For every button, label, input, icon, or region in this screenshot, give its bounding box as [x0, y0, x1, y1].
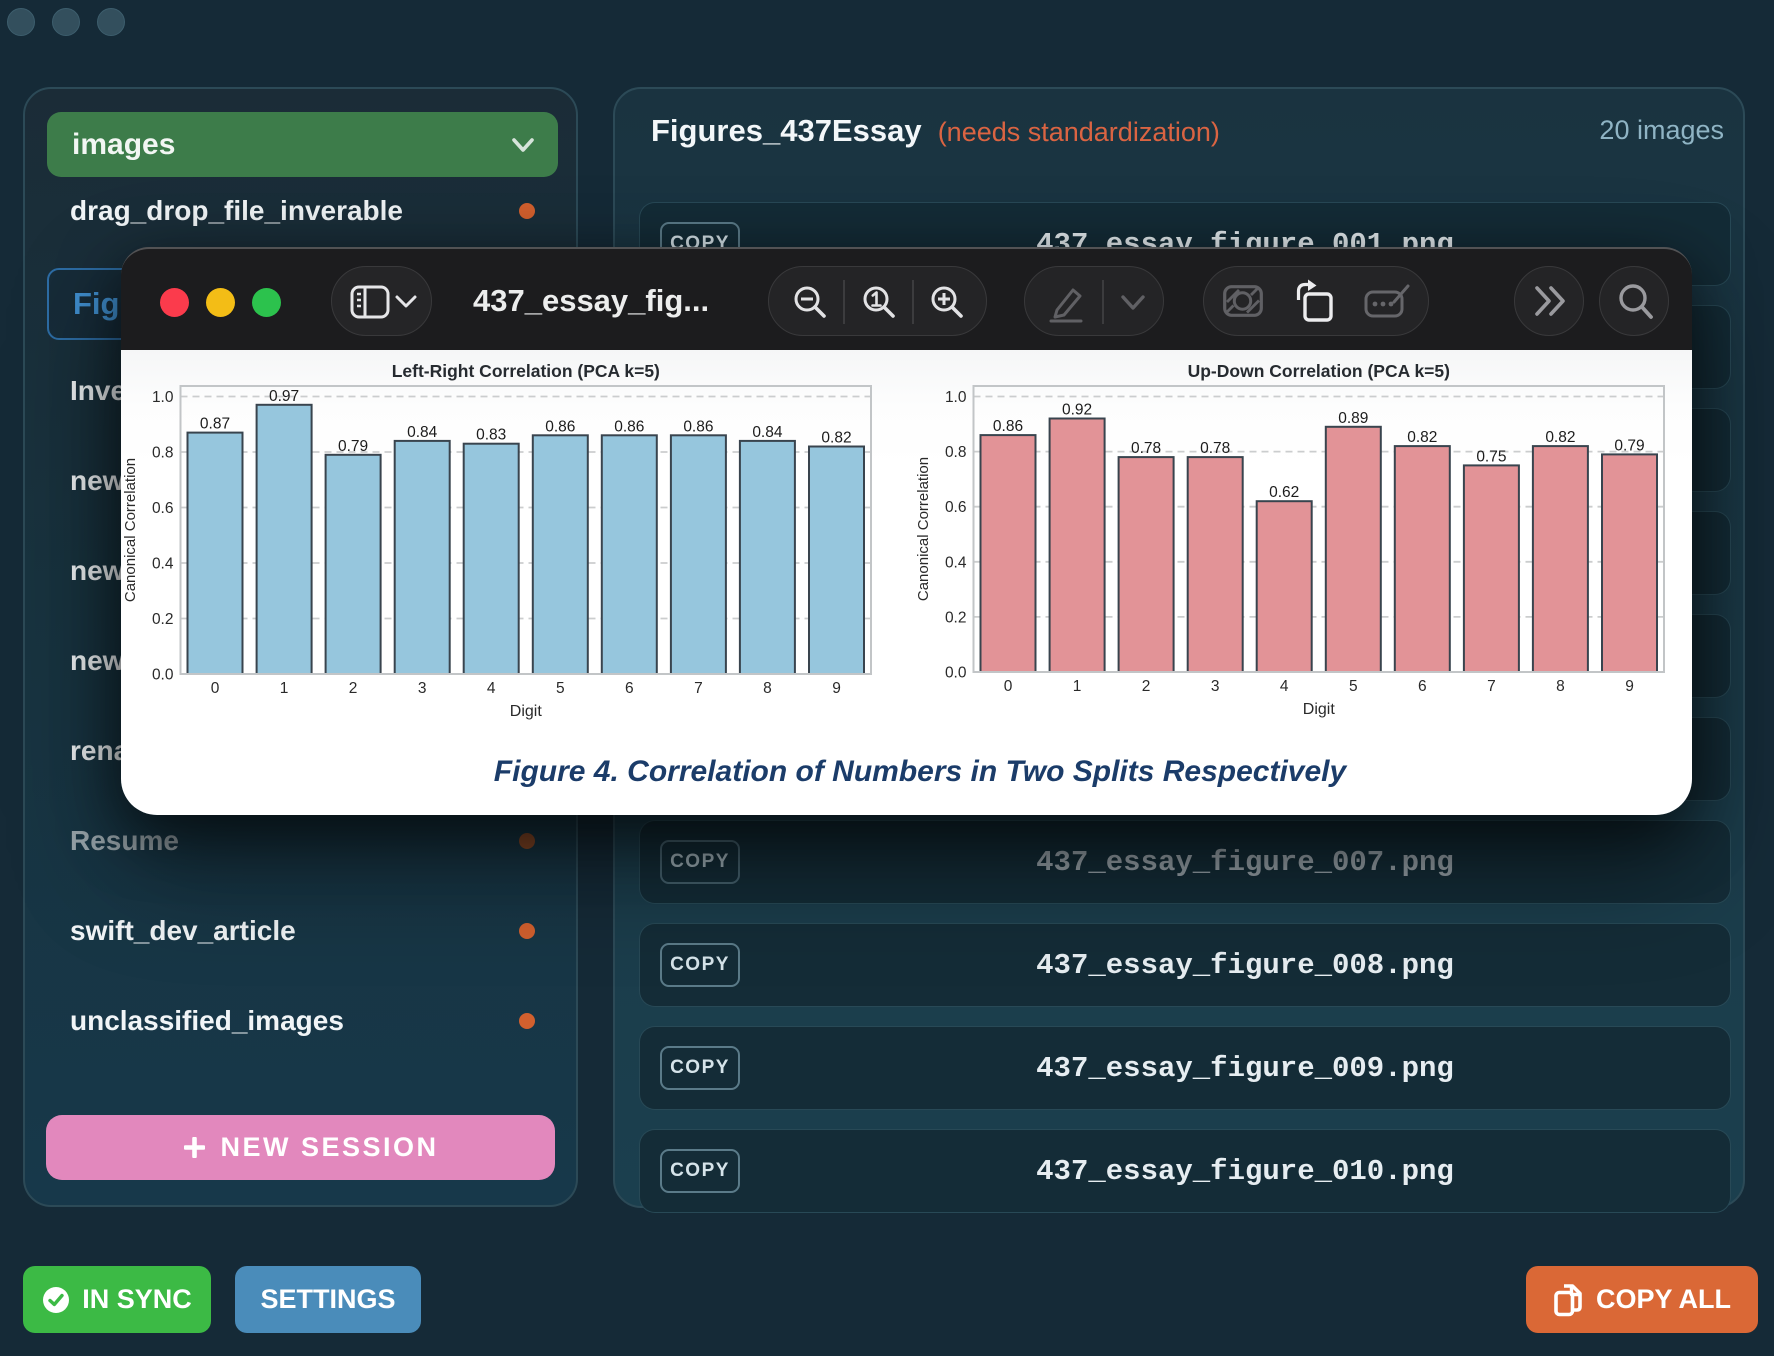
svg-text:4: 4	[487, 680, 496, 697]
svg-text:0.89: 0.89	[1338, 410, 1368, 427]
svg-text:0.75: 0.75	[1476, 448, 1506, 465]
svg-text:Up-Down Correlation (PCA k=5): Up-Down Correlation (PCA k=5)	[1188, 361, 1450, 381]
svg-text:0.86: 0.86	[545, 418, 575, 435]
svg-text:0.6: 0.6	[152, 500, 174, 517]
svg-text:0.4: 0.4	[152, 556, 174, 573]
svg-text:0.86: 0.86	[614, 418, 644, 435]
svg-text:1.0: 1.0	[945, 389, 967, 406]
svg-text:8: 8	[1556, 678, 1565, 695]
svg-text:Canonical Correlation: Canonical Correlation	[915, 457, 932, 601]
svg-text:0.2: 0.2	[152, 611, 174, 628]
svg-text:0: 0	[1004, 678, 1013, 695]
svg-text:0.79: 0.79	[1614, 437, 1644, 454]
svg-text:2: 2	[349, 680, 358, 697]
svg-text:6: 6	[625, 680, 634, 697]
svg-text:Digit: Digit	[510, 703, 543, 720]
svg-text:9: 9	[832, 680, 841, 697]
svg-text:5: 5	[556, 680, 565, 697]
svg-text:6: 6	[1418, 678, 1427, 695]
svg-text:0.86: 0.86	[683, 418, 713, 435]
svg-text:7: 7	[1487, 678, 1496, 695]
svg-text:0.97: 0.97	[269, 388, 299, 405]
svg-text:3: 3	[1211, 678, 1220, 695]
svg-text:0.92: 0.92	[1062, 402, 1092, 419]
svg-text:0.82: 0.82	[821, 430, 851, 447]
svg-text:8: 8	[763, 680, 772, 697]
svg-text:0.78: 0.78	[1200, 440, 1230, 457]
svg-text:0.79: 0.79	[338, 438, 368, 455]
svg-text:2: 2	[1142, 678, 1151, 695]
svg-text:0.78: 0.78	[1131, 440, 1161, 457]
svg-text:1: 1	[1073, 678, 1082, 695]
svg-text:Figure 4. Correlation of Numbe: Figure 4. Correlation of Numbers in Two …	[494, 755, 1348, 788]
svg-text:0.86: 0.86	[993, 418, 1023, 435]
svg-text:3: 3	[418, 680, 427, 697]
svg-text:1.0: 1.0	[152, 389, 174, 406]
svg-text:1: 1	[280, 680, 289, 697]
svg-text:0.6: 0.6	[945, 499, 967, 516]
svg-text:0.84: 0.84	[407, 424, 438, 441]
svg-text:0.62: 0.62	[1269, 484, 1299, 501]
svg-text:0.0: 0.0	[152, 667, 174, 684]
svg-text:5: 5	[1349, 678, 1358, 695]
svg-text:0: 0	[211, 680, 220, 697]
svg-text:0.2: 0.2	[945, 609, 967, 626]
svg-text:0.82: 0.82	[1407, 429, 1437, 446]
svg-text:0.87: 0.87	[200, 416, 230, 433]
svg-text:0.84: 0.84	[752, 424, 783, 441]
svg-text:0.4: 0.4	[945, 554, 967, 571]
svg-text:Canonical Correlation: Canonical Correlation	[122, 458, 139, 602]
svg-text:9: 9	[1625, 678, 1634, 695]
svg-text:4: 4	[1280, 678, 1289, 695]
svg-text:Left-Right Correlation (PCA k=: Left-Right Correlation (PCA k=5)	[392, 361, 660, 381]
svg-text:7: 7	[694, 680, 703, 697]
svg-text:Digit: Digit	[1303, 701, 1336, 718]
svg-text:0.83: 0.83	[476, 427, 506, 444]
svg-text:0.0: 0.0	[945, 665, 967, 682]
svg-text:0.82: 0.82	[1545, 429, 1575, 446]
svg-text:0.8: 0.8	[152, 445, 174, 462]
svg-text:0.8: 0.8	[945, 444, 967, 461]
